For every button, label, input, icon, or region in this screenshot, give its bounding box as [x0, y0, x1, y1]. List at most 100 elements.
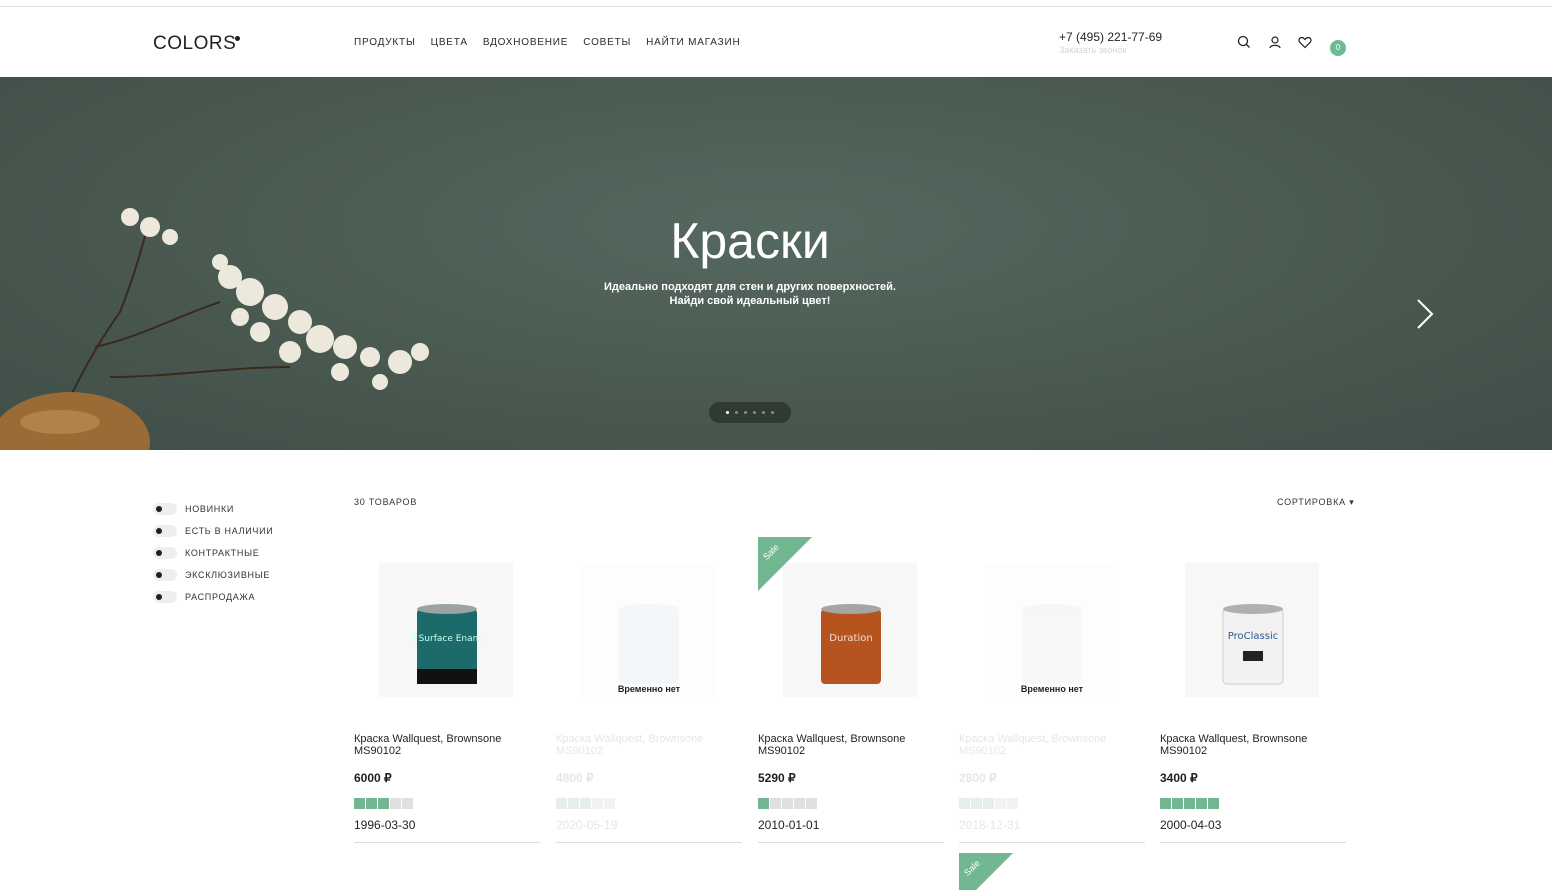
unavailable-label: Временно нет — [617, 684, 681, 694]
svg-text:Duration: Duration — [829, 633, 872, 644]
rating-square — [782, 798, 793, 809]
toggle-switch[interactable] — [153, 547, 177, 559]
rating-square — [1160, 798, 1171, 809]
rating-square — [959, 798, 970, 809]
product-name[interactable]: Краска Wallquest, Brownsone MS90102 — [758, 733, 944, 757]
rating-square — [983, 798, 994, 809]
product-date: 2018-12-31 — [959, 818, 1021, 832]
rating-square — [604, 798, 615, 809]
product-price: 4800 ₽ — [556, 771, 594, 785]
top-border — [0, 0, 1552, 7]
svg-text:All Surface Enamel: All Surface Enamel — [412, 634, 482, 644]
rating-square — [794, 798, 805, 809]
callback-link[interactable]: Заказать звонок — [1059, 45, 1126, 55]
heart-icon[interactable] — [1297, 34, 1313, 50]
product-name[interactable]: Краска Wallquest, Brownsone MS90102 — [1160, 733, 1346, 757]
chevron-right-icon[interactable] — [1415, 298, 1435, 330]
product-rating — [758, 798, 817, 809]
product-price: 6000 ₽ — [354, 771, 392, 785]
product-card[interactable]: Duration Sale Краска Wallquest, Brownson… — [758, 537, 944, 843]
toggle-switch[interactable] — [153, 591, 177, 603]
rating-square — [758, 798, 769, 809]
paint-can-image — [619, 604, 679, 684]
rating-square — [1196, 798, 1207, 809]
rating-square — [378, 798, 389, 809]
product-card[interactable]: Временно нет Краска Wallquest, Brownsone… — [959, 537, 1145, 843]
search-icon[interactable] — [1236, 34, 1252, 50]
nav-colors[interactable]: ЦВЕТА — [431, 37, 468, 48]
phone-number[interactable]: +7 (495) 221-77-69 — [1059, 30, 1162, 44]
filter-in-stock[interactable]: ЕСТЬ В НАЛИЧИИ — [153, 520, 273, 542]
slider-dot[interactable] — [771, 411, 774, 414]
header: COLORS ПРОДУКТЫ ЦВЕТА ВДОХНОВЕНИЕ СОВЕТЫ… — [0, 7, 1552, 76]
hero-banner: Краски Идеально подходят для стен и друг… — [0, 77, 1552, 450]
main-nav: ПРОДУКТЫ ЦВЕТА ВДОХНОВЕНИЕ СОВЕТЫ НАЙТИ … — [354, 37, 740, 48]
product-date: 2010-01-01 — [758, 818, 820, 832]
nav-inspiration[interactable]: ВДОХНОВЕНИЕ — [483, 37, 568, 48]
filter-sale[interactable]: РАСПРОДАЖА — [153, 586, 273, 608]
product-rating — [556, 798, 615, 809]
paint-can-image: Duration — [821, 604, 881, 684]
paint-can-image: All Surface Enamel — [412, 604, 482, 684]
filter-sidebar: НОВИНКИ ЕСТЬ В НАЛИЧИИ КОНТРАКТНЫЕ ЭКСКЛ… — [153, 498, 273, 608]
product-date: 2000-04-03 — [1160, 818, 1222, 832]
product-rating — [959, 798, 1018, 809]
product-card[interactable]: ProClassic Краска Wallquest, Brownsone M… — [1160, 537, 1346, 843]
filter-label: ЕСТЬ В НАЛИЧИИ — [185, 526, 274, 536]
product-rating — [1160, 798, 1219, 809]
cart-icon[interactable]: 0 — [1330, 40, 1346, 56]
slider-dot[interactable] — [744, 411, 747, 414]
product-card[interactable]: All Surface Enamel Краска Wallquest, Bro… — [354, 537, 540, 843]
sort-dropdown[interactable]: СОРТИРОВКА ▾ — [1277, 497, 1355, 508]
filter-exclusive[interactable]: ЭКСКЛЮЗИВНЫЕ — [153, 564, 273, 586]
rating-square — [971, 798, 982, 809]
toggle-switch[interactable] — [153, 525, 177, 537]
unavailable-label: Временно нет — [1020, 684, 1084, 694]
rating-square — [592, 798, 603, 809]
product-price: 5290 ₽ — [758, 771, 796, 785]
product-name[interactable]: Краска Wallquest, Brownsone MS90102 — [354, 733, 540, 757]
sale-ribbon-triangle — [758, 537, 812, 591]
rating-square — [806, 798, 817, 809]
rating-square — [995, 798, 1006, 809]
filter-label: РАСПРОДАЖА — [185, 592, 256, 602]
product-rating — [354, 798, 413, 809]
product-price: 3400 ₽ — [1160, 771, 1198, 785]
rating-square — [556, 798, 567, 809]
rating-square — [354, 798, 365, 809]
toggle-switch[interactable] — [153, 569, 177, 581]
filter-label: НОВИНКИ — [185, 504, 235, 514]
slider-dot[interactable] — [753, 411, 756, 414]
product-count: 30 ТОВАРОВ — [354, 497, 418, 507]
filter-new[interactable]: НОВИНКИ — [153, 498, 273, 520]
rating-square — [366, 798, 377, 809]
logo-dot — [235, 36, 240, 41]
hero-subtitle-line-2: Найди свой идеальный цвет! — [669, 295, 831, 307]
product-date: 1996-03-30 — [354, 818, 416, 832]
hero-title: Краски — [670, 213, 830, 269]
rating-square — [402, 798, 413, 809]
filter-contract[interactable]: КОНТРАКТНЫЕ — [153, 542, 273, 564]
product-date: 2020-05-19 — [556, 818, 618, 832]
rating-square — [770, 798, 781, 809]
toggle-switch[interactable] — [153, 503, 177, 515]
nav-tips[interactable]: СОВЕТЫ — [583, 37, 631, 48]
slider-dot[interactable] — [762, 411, 765, 414]
nav-products[interactable]: ПРОДУКТЫ — [354, 37, 416, 48]
slider-dots — [709, 402, 791, 423]
filter-label: КОНТРАКТНЫЕ — [185, 548, 260, 558]
logo[interactable]: COLORS — [153, 33, 236, 55]
slider-dot[interactable] — [726, 411, 729, 414]
paint-can-image — [1022, 604, 1082, 684]
sale-ribbon: Sale — [959, 853, 1013, 890]
product-name[interactable]: Краска Wallquest, Brownsone MS90102 — [959, 733, 1145, 757]
nav-find-store[interactable]: НАЙТИ МАГАЗИН — [646, 37, 740, 48]
rating-square — [568, 798, 579, 809]
rating-square — [580, 798, 591, 809]
user-icon[interactable] — [1267, 34, 1283, 50]
rating-square — [1184, 798, 1195, 809]
product-card[interactable]: Временно нет Краска Wallquest, Brownsone… — [556, 537, 742, 843]
sale-ribbon: Sale — [758, 537, 812, 591]
product-name[interactable]: Краска Wallquest, Brownsone MS90102 — [556, 733, 742, 757]
slider-dot[interactable] — [735, 411, 738, 414]
